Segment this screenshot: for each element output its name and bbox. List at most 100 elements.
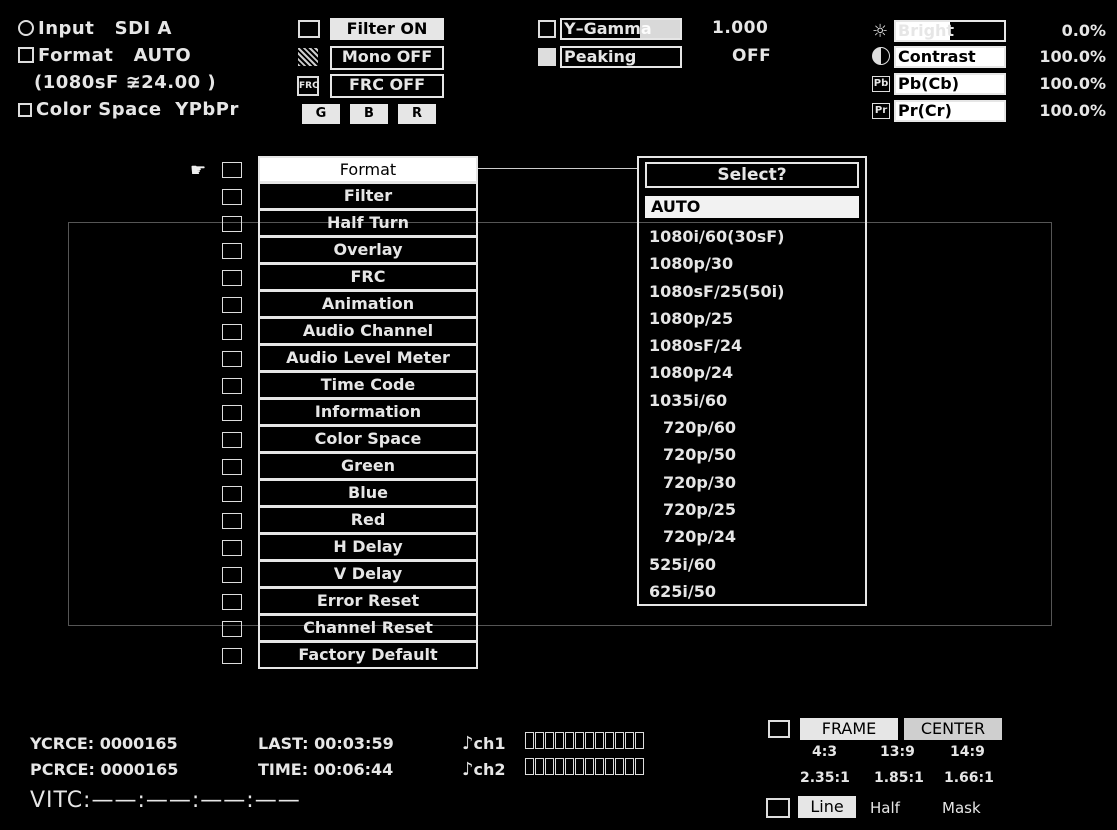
menu-factory-icon: factory (218, 642, 246, 669)
meter-segment (575, 732, 585, 749)
menu-123-icon: 123 (218, 399, 246, 426)
b-button[interactable]: B (350, 104, 388, 124)
g-button[interactable]: G (302, 104, 340, 124)
ygamma-setting[interactable]: Y–Gamma (560, 18, 682, 40)
format-value: AUTO (133, 45, 192, 66)
meter-segment (605, 732, 615, 749)
format-option[interactable]: 720p/25 (639, 496, 865, 523)
meter-segment (625, 732, 635, 749)
menu-item[interactable]: Red (258, 507, 478, 534)
menu-item[interactable]: Information (258, 399, 478, 426)
menu-item[interactable]: Audio Channel (258, 318, 478, 345)
menu-FRC-icon: FRC (218, 264, 246, 291)
menu-item[interactable]: Time Code (258, 372, 478, 399)
format-option[interactable]: 1080p/30 (639, 250, 865, 277)
menu-item[interactable]: Blue (258, 480, 478, 507)
format-option[interactable]: 1080sF/24 (639, 332, 865, 359)
menu-icon-glyph: half-turn (222, 215, 242, 232)
format-option[interactable]: 1080i/60(30sF) (639, 223, 865, 250)
menu-v-delay-icon: v-delay (218, 561, 246, 588)
pb-label: Pb(Cb) (898, 74, 959, 93)
format-option[interactable]: 525i/60 (639, 551, 865, 578)
menu-item[interactable]: Factory Default (258, 642, 478, 669)
menu-item[interactable]: H Delay (258, 534, 478, 561)
pr-setting[interactable]: Pr(Cr) (894, 100, 1006, 122)
filter-toggle[interactable]: Filter ON (330, 18, 444, 40)
meter-segment (525, 758, 535, 775)
menu-item[interactable]: Channel Reset (258, 615, 478, 642)
menu-item[interactable]: Audio Level Meter (258, 345, 478, 372)
menu-icon-glyph: clock (222, 377, 242, 394)
menu-item[interactable]: Format (258, 156, 478, 183)
ratio-4-3[interactable]: 4:3 (812, 744, 837, 760)
contrast-icon (872, 47, 890, 65)
format-option[interactable]: 720p/60 (639, 414, 865, 441)
mono-toggle[interactable]: Mono OFF (330, 46, 444, 70)
ch2-label: ch2 (473, 760, 506, 779)
filter-icon (298, 20, 320, 38)
ratio-14-9[interactable]: 14:9 (950, 744, 985, 760)
format-option[interactable]: 1080p/25 (639, 305, 865, 332)
peaking-icon (538, 48, 556, 66)
menu-item[interactable]: Green (258, 453, 478, 480)
menu-item[interactable]: Filter (258, 183, 478, 210)
format-option[interactable]: 720p/30 (639, 469, 865, 496)
meter-segment (575, 758, 585, 775)
format-option[interactable]: 720p/50 (639, 441, 865, 468)
format-option[interactable]: 625i/50 (639, 578, 865, 605)
mask-option[interactable]: Mask (942, 799, 981, 817)
contrast-setting[interactable]: Contrast (894, 46, 1006, 68)
select-options: AUTO 1080i/60(30sF) 1080p/30 1080sF/25(50i)… (639, 196, 865, 605)
format-option[interactable]: 1035i/60 (639, 387, 865, 414)
menu-icon-glyph: animation (222, 296, 242, 313)
line-button[interactable]: Line (798, 796, 856, 818)
mask-icon (766, 798, 790, 818)
menu-icon-glyph: ycc (222, 431, 242, 448)
format-option[interactable]: 1080p/24 (639, 359, 865, 386)
frc-toggle[interactable]: FRC OFF (330, 74, 444, 98)
pr-value: 100.0% (1039, 101, 1106, 120)
menu-item[interactable]: Half Turn (258, 210, 478, 237)
half-option[interactable]: Half (870, 799, 900, 817)
menu-item[interactable]: Animation (258, 291, 478, 318)
menu-item[interactable]: Error Reset (258, 588, 478, 615)
r-button[interactable]: R (398, 104, 436, 124)
meter-segment (565, 758, 575, 775)
ratio-1-85[interactable]: 1.85:1 (874, 770, 924, 786)
pb-setting[interactable]: Pb(Cb) (894, 73, 1006, 95)
menu-item[interactable]: Color Space (258, 426, 478, 453)
select-panel: Select? AUTO 1080i/60(30sF) 1080p/30 1080sF… (637, 156, 867, 606)
menu-item[interactable]: FRC (258, 264, 478, 291)
bright-setting[interactable]: Bright (894, 20, 1006, 42)
format-option[interactable]: 720p/24 (639, 523, 865, 550)
ratio-1-66[interactable]: 1.66:1 (944, 770, 994, 786)
menu-icon-glyph: error (222, 593, 242, 610)
safe-area-frame (68, 222, 1052, 626)
frame-button[interactable]: FRAME (800, 718, 898, 740)
meter-segment (555, 732, 565, 749)
bright-value: 0.0% (1061, 21, 1106, 40)
meter-segment (615, 732, 625, 749)
format-option[interactable]: 1080sF/25(50i) (639, 278, 865, 305)
menu-icon-glyph: filter (222, 188, 242, 205)
menu-note-icon: note (218, 318, 246, 345)
ygamma-label: Y–Gamma (564, 19, 652, 38)
ch1-label: ch1 (473, 734, 506, 753)
colorspace-label: Color Space (36, 99, 162, 120)
format-option[interactable]: AUTO (645, 196, 859, 218)
ch2-meter: ♪ch2 (462, 758, 645, 780)
meter-segment (555, 758, 565, 775)
bright-icon: ☼ (872, 21, 889, 42)
menu-channel-icon: channel (218, 615, 246, 642)
ratio-2-35[interactable]: 2.35:1 (800, 770, 850, 786)
menu-item[interactable]: V Delay (258, 561, 478, 588)
menu-error-icon: error (218, 588, 246, 615)
peaking-setting[interactable]: Peaking (560, 46, 682, 68)
menu-clock-icon: clock (218, 372, 246, 399)
gamma-icon (538, 20, 556, 38)
ratio-13-9[interactable]: 13:9 (880, 744, 915, 760)
center-button[interactable]: CENTER (904, 718, 1002, 740)
pr-icon: Pr (872, 103, 890, 119)
meter-segment (605, 758, 615, 775)
menu-item[interactable]: Overlay (258, 237, 478, 264)
